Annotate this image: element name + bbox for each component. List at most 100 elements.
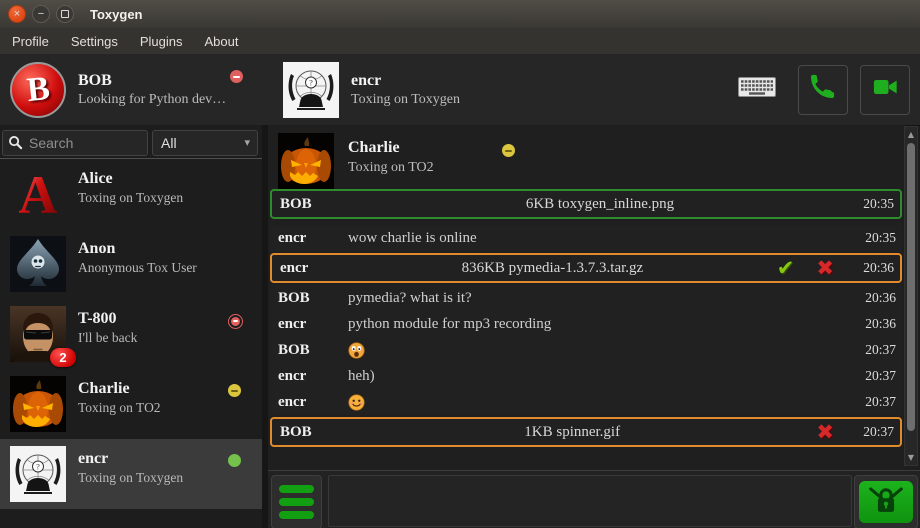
active-contact-header: ? encr Toxing on Toxygen: [270, 54, 920, 125]
svg-text:A: A: [19, 166, 58, 222]
message-sender: encr: [270, 316, 348, 333]
smiley-smile-icon: [348, 394, 852, 411]
keyboard-icon[interactable]: [738, 77, 776, 102]
chevron-down-icon: ▾: [244, 136, 250, 149]
contact-name: Alice: [78, 169, 183, 189]
contact-status-message: Toxing on Toxygen: [78, 189, 183, 207]
secure-send-lock-icon: [863, 483, 909, 522]
video-call-button[interactable]: [860, 65, 910, 115]
contact-name: Charlie: [78, 379, 161, 399]
peer-card-avatar: [278, 133, 334, 189]
send-button-panel: [854, 475, 918, 528]
contact-row-anon[interactable]: AnonAnonymous Tox User: [0, 229, 262, 299]
message-row: BOB6KB toxygen_inline.png20:35: [270, 189, 902, 219]
chat-menu-button[interactable]: [271, 475, 322, 528]
contact-avatar: [10, 376, 66, 432]
unread-badge: 2: [50, 348, 76, 367]
contact-info: encrToxing on Toxygen: [78, 449, 183, 487]
file-actions: ✖: [794, 422, 834, 443]
contact-avatar: [10, 236, 66, 292]
contact-name: T-800: [78, 309, 137, 329]
window-close-button[interactable]: ×: [8, 5, 26, 23]
decline-file-button[interactable]: ✖: [816, 258, 834, 279]
peer-card-status-message: Toxing on TO2: [348, 159, 434, 177]
message-text: wow charlie is online: [348, 230, 852, 247]
audio-call-button[interactable]: [798, 65, 848, 115]
window-minimize-button[interactable]: −: [32, 5, 50, 23]
phone-icon: [808, 72, 838, 107]
message-row: encr836KB pymedia-1.3.7.3.tar.gz✔✖20:36: [270, 253, 902, 283]
window-titlebar: × − Toxygen: [0, 0, 920, 29]
decline-file-button[interactable]: ✖: [816, 422, 834, 443]
scrollbar-thumb[interactable]: [907, 143, 915, 431]
menu-about[interactable]: About: [194, 34, 248, 49]
chat-area: Charlie Toxing on TO2 BOB6KB toxygen_inl…: [268, 125, 904, 470]
self-status-message: Looking for Python dev…: [78, 91, 226, 109]
contact-filter-dropdown[interactable]: All ▾: [152, 130, 258, 156]
scroll-down-arrow[interactable]: ▼: [905, 451, 917, 464]
message-time: 20:36: [852, 290, 902, 306]
active-contact-status-message: Toxing on Toxygen: [351, 91, 460, 109]
search-icon: [8, 135, 23, 150]
contact-status-message: Toxing on Toxygen: [78, 469, 183, 487]
contact-avatar: 2: [10, 306, 66, 362]
message-time: 20:37: [850, 424, 900, 440]
contact-row-charlie[interactable]: CharlieToxing on TO2: [0, 369, 262, 439]
message-list: BOB6KB toxygen_inline.png20:35encr wow ch…: [270, 189, 902, 449]
contact-row-t-800[interactable]: 2T-800I'll be back: [0, 299, 262, 369]
search-box: [2, 130, 148, 156]
self-profile[interactable]: B BOB Looking for Python dev…: [0, 54, 262, 125]
contact-row-alice[interactable]: A AliceToxing on Toxygen: [0, 159, 262, 229]
menu-settings[interactable]: Settings: [61, 34, 128, 49]
window-maximize-button[interactable]: [56, 5, 74, 23]
close-icon: ×: [14, 9, 20, 20]
message-text: python module for mp3 recording: [348, 316, 852, 333]
search-input[interactable]: [27, 134, 141, 152]
minimize-icon: −: [38, 9, 44, 20]
status-online-icon: [228, 454, 241, 467]
message-sender: BOB: [270, 290, 348, 307]
svg-text:?: ?: [36, 463, 40, 472]
message-row: BOB20:37: [270, 337, 902, 363]
message-sender: encr: [270, 368, 348, 385]
header: B BOB Looking for Python dev… ? encr Tox…: [0, 54, 920, 126]
contact-status-message: Anonymous Tox User: [78, 259, 197, 277]
contact-row-encr[interactable]: ? encrToxing on Toxygen: [0, 439, 262, 509]
message-row: BOB1KB spinner.gif ✖ 20:37: [270, 417, 902, 447]
menu-profile[interactable]: Profile: [2, 34, 59, 49]
chat-peer-card[interactable]: Charlie Toxing on TO2: [268, 128, 904, 190]
message-sender: BOB: [270, 342, 348, 359]
message-time: 20:36: [850, 260, 900, 276]
contact-filter-value: All: [161, 135, 244, 151]
toxygen-window: × − Toxygen Profile Settings Plugins Abo…: [0, 0, 920, 528]
accept-file-button[interactable]: ✔: [777, 258, 795, 279]
message-sender: encr: [270, 394, 348, 411]
message-time: 20:35: [850, 196, 900, 212]
scroll-up-arrow[interactable]: ▲: [905, 128, 917, 141]
chat-scrollbar[interactable]: ▲ ▼: [904, 126, 918, 466]
active-contact-name: encr: [351, 71, 460, 91]
message-time: 20:35: [852, 230, 902, 246]
message-row: encrheh)20:37: [270, 363, 902, 389]
contact-name: encr: [78, 449, 183, 469]
composer-bar: [268, 470, 920, 528]
menu-plugins[interactable]: Plugins: [130, 34, 193, 49]
contact-status-message: Toxing on TO2: [78, 399, 161, 417]
message-sender: encr: [272, 260, 350, 277]
status-away-icon: [228, 384, 241, 397]
message-time: 20:37: [852, 394, 902, 410]
file-name: 1KB spinner.gif: [350, 424, 794, 441]
contact-list: AAliceToxing on ToxygenAnonAnonymous Tox…: [0, 159, 262, 509]
self-avatar: B: [10, 62, 66, 118]
video-camera-icon: [869, 73, 901, 106]
send-button[interactable]: [859, 481, 913, 523]
message-sender: BOB: [272, 196, 350, 213]
message-text: heh): [348, 368, 852, 385]
window-title: Toxygen: [90, 7, 143, 22]
message-sender: BOB: [272, 424, 350, 441]
self-name: BOB: [78, 71, 226, 91]
message-input[interactable]: [328, 475, 852, 527]
contacts-sidebar: All ▾ AAliceToxing on ToxygenAnonAnonymo…: [0, 125, 262, 528]
menu-bar: Profile Settings Plugins About: [0, 28, 920, 54]
contact-avatar: ?: [10, 446, 66, 502]
